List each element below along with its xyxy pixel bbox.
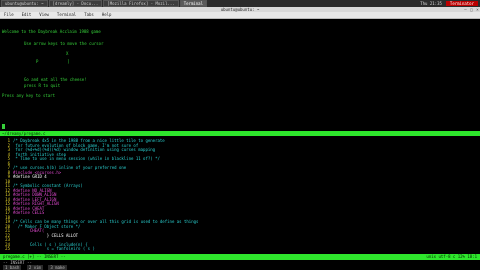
code-line: #define GRID 4 (13, 174, 47, 179)
taskbar-item-firefox[interactable]: [Mozilla Firefox] - Mozil... (103, 0, 179, 7)
tab-vim[interactable]: 2 vim (26, 265, 43, 270)
menu-view[interactable]: View (35, 12, 53, 18)
terminal-line: Use arrow keys to move the cursor (24, 41, 104, 46)
code-line: s = fanfoleiro ( s ) (13, 246, 95, 251)
taskbar-item-terminal[interactable]: ubuntu@ubuntu: ~ (1, 0, 48, 7)
tab-make[interactable]: 3 make (48, 265, 67, 270)
taskbar: ubuntu@ubuntu: ~ [dreamly] - Docu... [Mo… (0, 0, 480, 7)
menu-help[interactable]: Help (98, 12, 116, 18)
menu-edit[interactable]: Edit (18, 12, 36, 18)
terminal-line: Welcome to the Daybreak Acclaim 1988 gam… (2, 29, 101, 34)
active-app-badge[interactable]: Terminator (445, 1, 478, 6)
menu-tabs[interactable]: Tabs (80, 12, 98, 18)
menubar: File Edit View Terminal Tabs Help (0, 12, 480, 19)
terminal-line: press R to quit (24, 83, 61, 88)
menu-file[interactable]: File (0, 12, 18, 18)
tab-bash[interactable]: 1 bash (3, 265, 22, 270)
menu-terminal[interactable]: Terminal (53, 12, 80, 18)
status-left: pregame.c [+] -- INSERT -- (3, 254, 66, 259)
terminal-line: P ] (36, 59, 70, 64)
taskbar-item-document[interactable]: [dreamly] - Docu... (48, 0, 103, 7)
terminal-pane[interactable]: Welcome to the Daybreak Acclaim 1988 gam… (0, 19, 480, 131)
terminal-cursor (2, 124, 5, 129)
clock: Thu 21:35 (420, 1, 442, 6)
code-editor[interactable]: 1/* Daybreak 4x5 in the 1988 from a nice… (0, 136, 480, 254)
code-line: } CELLS ALLOT (13, 232, 79, 238)
code-line: * Time to use in menu session (while in … (13, 156, 160, 161)
code-line: #define CELLS (13, 210, 45, 215)
taskbar-item-terminal-2[interactable]: Terminal (179, 0, 207, 7)
line-number: 25 (5, 246, 10, 251)
terminal-line: Press any key to start (2, 93, 55, 98)
command-line[interactable]: -- INSERT -- 1 bash 2 vim 3 make (0, 260, 480, 270)
terminal-line: Go and eat all the cheese! (24, 77, 87, 82)
terminal-line: X (66, 51, 69, 56)
